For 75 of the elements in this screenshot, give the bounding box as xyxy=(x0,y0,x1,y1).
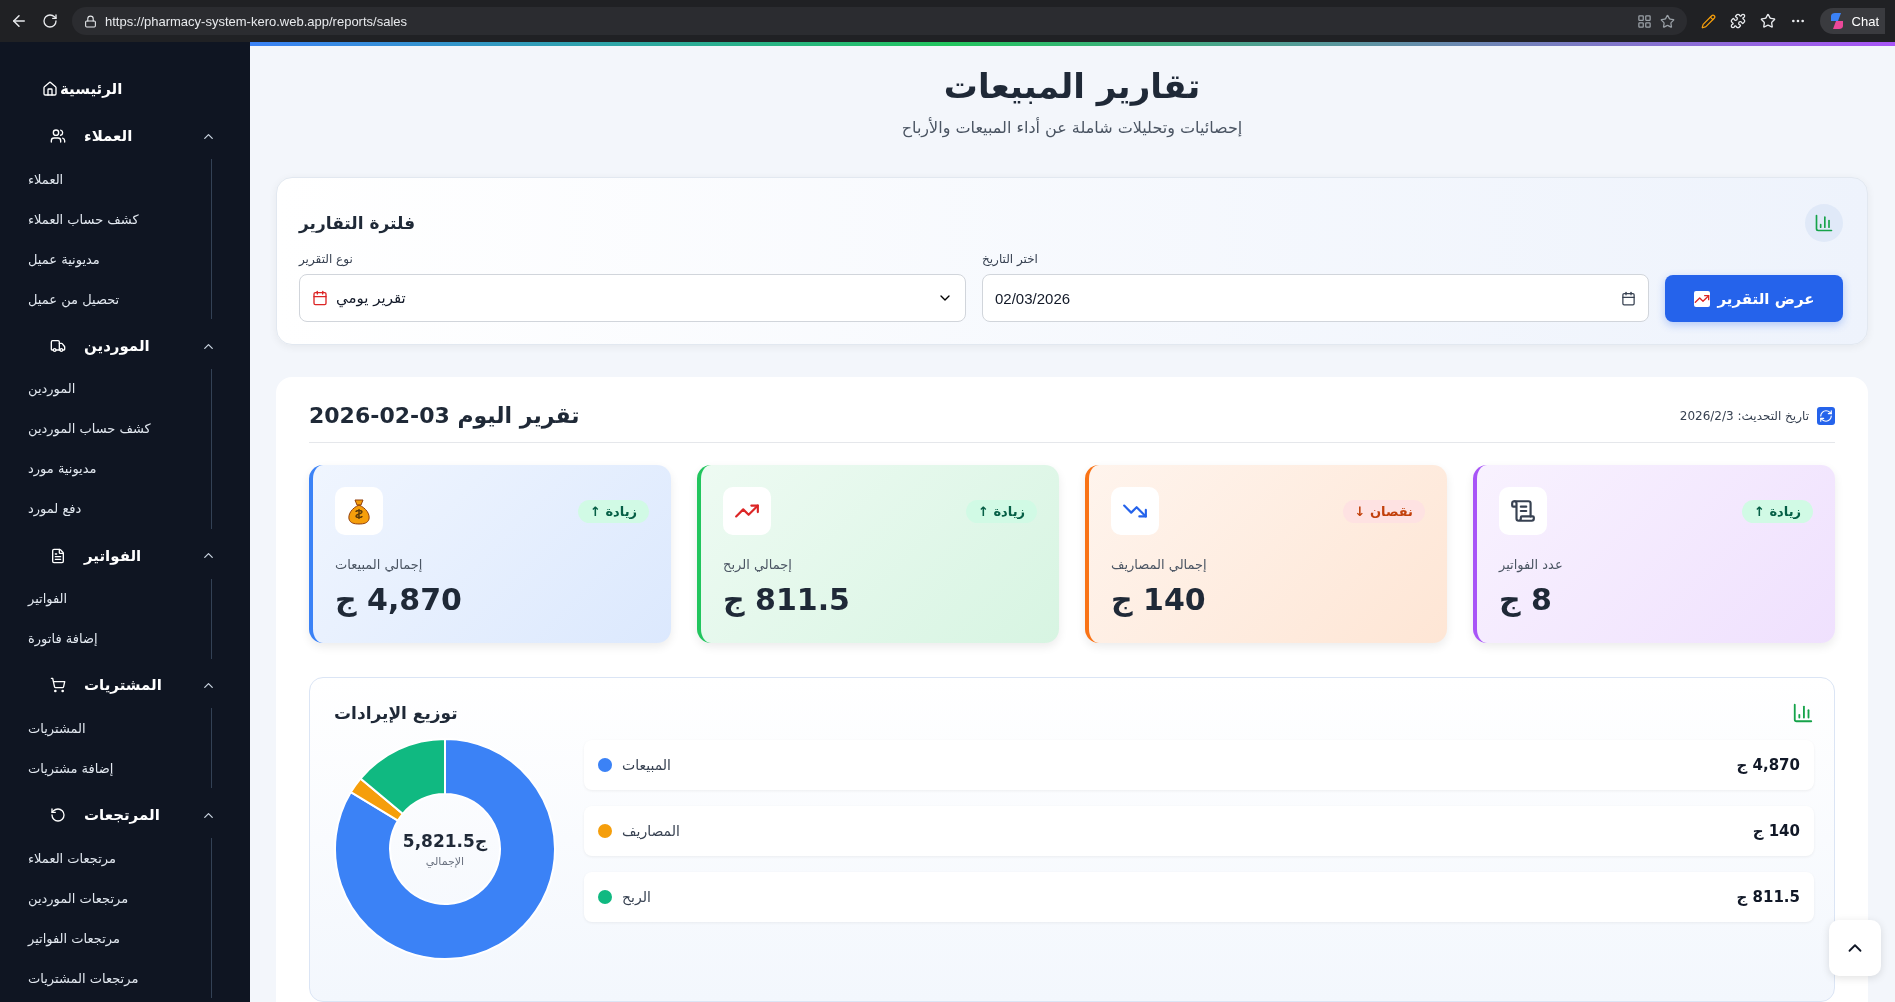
calendar-icon[interactable] xyxy=(1621,290,1636,306)
trend-badge: نقصان ↓ xyxy=(1342,499,1425,523)
sidebar-item[interactable]: مرتجعات الفواتير xyxy=(0,918,211,958)
pencil-icon[interactable] xyxy=(1700,13,1716,29)
trend-badge: زيادة ↑ xyxy=(966,499,1037,523)
sidebar-item[interactable]: مرتجعات المشتريات xyxy=(0,958,211,998)
show-report-button[interactable]: عرض التقرير xyxy=(1665,275,1843,322)
report-title: تقرير اليوم 03-02-2026 xyxy=(309,403,580,428)
bar-chart-icon xyxy=(1792,702,1814,724)
date-input-field[interactable]: 02/03/2026 xyxy=(982,274,1649,322)
sidebar-item[interactable]: المشتريات xyxy=(0,708,211,749)
sidebar-item[interactable]: كشف حساب الموردين xyxy=(0,409,211,449)
stat-value: 4,870 ج xyxy=(335,582,462,617)
sidebar-item[interactable]: إضافة مشتريات xyxy=(0,748,211,789)
stat-value: 811.5 ج xyxy=(723,582,850,617)
sidebar-group-header[interactable]: المشتريات xyxy=(0,662,250,709)
lock-icon xyxy=(84,14,97,28)
trend-badge: زيادة ↑ xyxy=(578,499,649,523)
favorite-icon[interactable] xyxy=(1659,13,1675,29)
page-title: تقارير المبيعات xyxy=(942,66,1202,106)
sidebar-item[interactable]: مديونية مورد xyxy=(0,449,211,489)
sidebar-item[interactable]: تحصيل من عميل xyxy=(0,279,211,320)
revenue-title: توزيع الإيرادات xyxy=(334,703,458,723)
users-icon xyxy=(50,128,66,145)
reload-icon[interactable] xyxy=(42,13,58,29)
document-icon xyxy=(50,547,66,564)
extensions-icon[interactable] xyxy=(1729,13,1746,29)
bar-chart-icon xyxy=(1805,204,1843,242)
sidebar-item[interactable]: دفع لمورد xyxy=(0,489,211,529)
grid-icon[interactable] xyxy=(1636,13,1652,29)
sidebar-item[interactable]: الفواتير xyxy=(0,578,211,619)
stat-value: 140 ج xyxy=(1111,582,1206,617)
stat-label: عدد الفواتير xyxy=(1499,557,1563,572)
cart-icon xyxy=(50,677,66,694)
report-type-select[interactable]: تقرير يومي xyxy=(299,274,966,322)
favorites-icon[interactable] xyxy=(1759,13,1776,29)
sidebar-group-header[interactable]: الموردين xyxy=(0,323,250,369)
legend-row: المبيعات 4,870 ج xyxy=(584,740,1814,790)
update-date: تاريخ التحديث: 2026/2/3 xyxy=(1679,408,1809,423)
sidebar-group-header[interactable]: العملاء xyxy=(0,113,250,160)
home-icon xyxy=(42,80,58,97)
chart-icon xyxy=(1693,290,1710,307)
stat-label: إجمالي المصاريف xyxy=(1111,557,1207,572)
sidebar-group-header[interactable]: الفواتير xyxy=(0,533,250,579)
refresh-icon[interactable] xyxy=(1817,406,1835,425)
copilot-button[interactable]: Chat xyxy=(1819,8,1885,34)
stat-value: 8 ج xyxy=(1499,582,1552,617)
scroll-icon xyxy=(1510,498,1536,524)
truck-icon xyxy=(50,338,66,355)
undo-icon xyxy=(50,807,66,824)
back-icon[interactable] xyxy=(10,12,28,30)
page-subtitle: إحصائيات وتحليلات شاملة عن أداء المبيعات والأرباح xyxy=(900,118,1244,137)
sidebar-item[interactable]: مديونية عميل xyxy=(0,239,211,280)
filter-title: فلترة التقارير xyxy=(299,213,416,233)
legend-row: الربح 811.5 ج xyxy=(584,872,1814,922)
sidebar-group-header[interactable]: المرتجعات xyxy=(0,792,250,838)
home-link[interactable]: الرئيسية xyxy=(0,64,250,114)
stat-label: إجمالي الربح xyxy=(723,557,792,572)
legend-row: المصاريف 140 ج xyxy=(584,806,1814,856)
sidebar-item[interactable]: مرتجعات العملاء xyxy=(0,838,211,878)
money-bag-icon xyxy=(346,497,372,525)
address-bar[interactable]: https://pharmacy-system-kero.web.app/reports/sales xyxy=(72,7,1687,35)
stat-label: إجمالي المبيعات xyxy=(335,557,423,572)
sidebar-item[interactable]: العملاء xyxy=(0,159,211,200)
sidebar-item[interactable]: الموردين xyxy=(0,369,211,409)
calendar-icon xyxy=(312,290,328,306)
sidebar-item[interactable]: إضافة فاتورة xyxy=(0,618,211,659)
url-text: https://pharmacy-system-kero.web.app/reports/sales xyxy=(105,13,408,29)
total-label: الإجمالي xyxy=(425,854,465,868)
sidebar-item[interactable]: كشف حساب العملاء xyxy=(0,199,211,240)
field-label: نوع التقرير xyxy=(299,252,353,266)
trend-badge: زيادة ↑ xyxy=(1742,499,1813,523)
field-label: اختر التاريخ xyxy=(982,252,1038,266)
total-value: ج5,821.5 xyxy=(402,830,488,851)
sidebar-item[interactable]: مرتجعات الموردين xyxy=(0,878,211,918)
